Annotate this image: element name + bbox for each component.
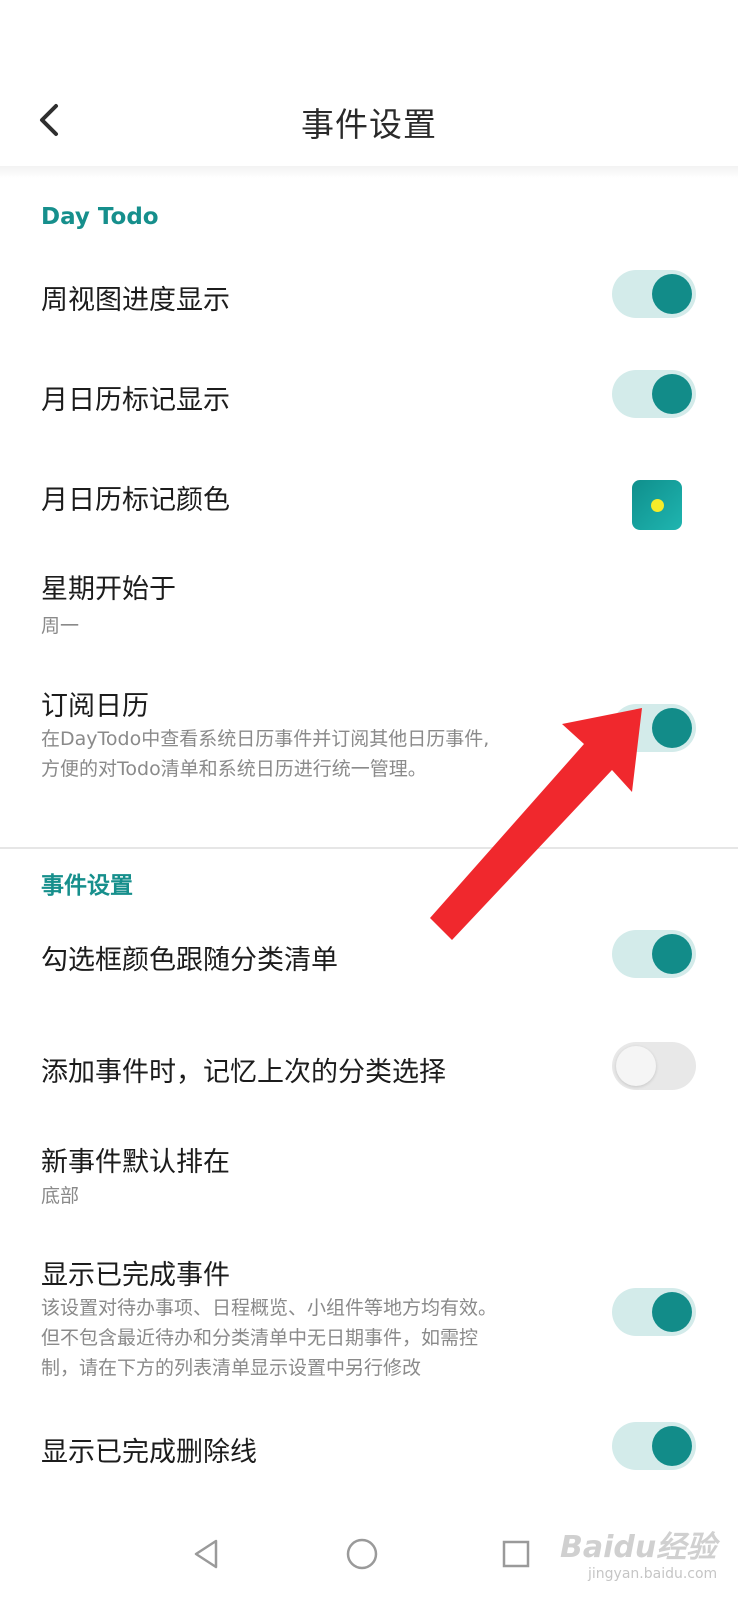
page-title: 事件设置 (301, 105, 437, 144)
row-subscribe-calendar-label: 订阅日历 (41, 691, 149, 722)
month-calendar-marker-toggle[interactable] (612, 370, 696, 418)
row-month-calendar-marker-label: 月日历标记显示 (41, 385, 230, 416)
nav-home-icon (346, 1538, 378, 1570)
toggle-knob (652, 708, 692, 748)
remember-category-toggle[interactable] (612, 1042, 696, 1090)
row-week-start-label[interactable]: 星期开始于 (41, 567, 176, 606)
nav-recents-button[interactable] (494, 1532, 538, 1576)
nav-back-icon (194, 1539, 218, 1569)
toggle-knob (652, 934, 692, 974)
app-header: 事件设置 (0, 0, 738, 172)
checkbox-color-toggle[interactable] (612, 930, 696, 978)
toggle-knob (652, 1292, 692, 1332)
new-event-position-value: 底部 (41, 1185, 80, 1207)
baidu-watermark: Baidu经验 jingyan.baidu.com (560, 1522, 730, 1592)
row-new-event-position-label[interactable]: 新事件默认排在 (41, 1140, 230, 1179)
nav-back-button[interactable] (184, 1532, 228, 1576)
row-marker-color-label: 月日历标记颜色 (41, 485, 230, 516)
subscribe-calendar-desc-line-1: 在DayTodo中查看系统日历事件并订阅其他日历事件, (41, 728, 490, 750)
subscribe-calendar-desc-line-2: 方便的对Todo清单和系统日历进行统一管理。 (41, 758, 427, 780)
toggle-knob (652, 1426, 692, 1466)
watermark-text: Baidu经验 (560, 1530, 717, 1565)
toggle-knob (616, 1046, 656, 1086)
marker-color-swatch[interactable] (632, 480, 682, 530)
show-completed-desc-line-2: 但不包含最近待办和分类清单中无日期事件，如需控 (41, 1327, 479, 1349)
toggle-knob (652, 374, 692, 414)
watermark-sub: jingyan.baidu.com (588, 1566, 718, 1582)
show-completed-desc-line-1: 该设置对待办事项、日程概览、小组件等地方均有效。 (41, 1297, 498, 1319)
row-remember-category-label: 添加事件时，记忆上次的分类选择 (41, 1057, 446, 1088)
section-divider (0, 847, 738, 849)
header-divider (0, 166, 738, 178)
section-title-day-todo: Day Todo (41, 204, 159, 230)
strikethrough-toggle[interactable] (612, 1422, 696, 1470)
toggle-knob (652, 274, 692, 314)
subscribe-calendar-toggle[interactable] (612, 704, 696, 752)
nav-recents-icon (502, 1540, 530, 1568)
week-start-value: 周一 (41, 615, 80, 637)
show-completed-toggle[interactable] (612, 1288, 696, 1336)
row-checkbox-color-label: 勾选框颜色跟随分类清单 (41, 945, 338, 976)
nav-home-button[interactable] (340, 1532, 384, 1576)
row-show-completed-label: 显示已完成事件 (41, 1260, 230, 1291)
week-view-progress-toggle[interactable] (612, 270, 696, 318)
section-title-event-settings: 事件设置 (41, 873, 133, 899)
show-completed-desc-line-3: 制，请在下方的列表清单显示设置中另行修改 (41, 1357, 422, 1379)
row-week-view-progress-label: 周视图进度显示 (41, 285, 230, 316)
row-strikethrough-label: 显示已完成删除线 (41, 1437, 257, 1468)
color-dot (650, 498, 664, 512)
